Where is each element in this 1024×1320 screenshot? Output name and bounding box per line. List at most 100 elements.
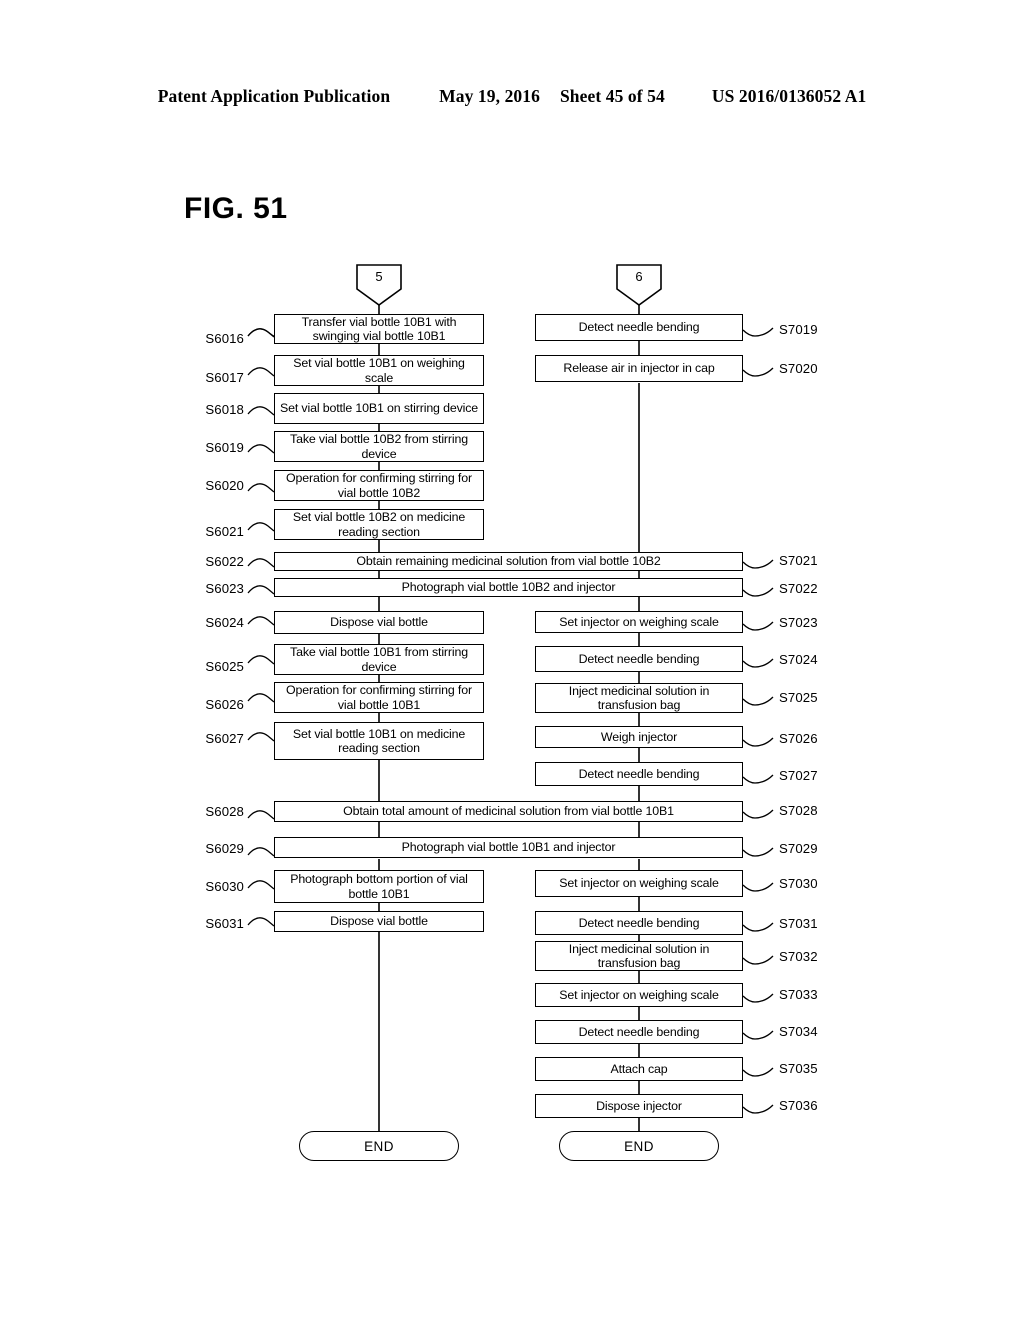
connector-label-5: 5	[375, 269, 383, 284]
process-box-s7026[interactable]: Weigh injector	[535, 726, 743, 748]
leader-line	[247, 522, 275, 532]
leader-line	[742, 1104, 774, 1114]
step-ref-s7035: S7035	[779, 1061, 818, 1076]
step-ref-s6023: S6023	[205, 581, 244, 596]
step-ref-s7027: S7027	[779, 768, 818, 783]
step-ref-s7023: S7023	[779, 615, 818, 630]
process-box-s7025[interactable]: Inject medicinal solution in transfusion…	[535, 683, 743, 713]
process-box-s6018[interactable]: Set vial bottle 10B1 on stirring device	[274, 393, 484, 424]
process-box-s6016[interactable]: Transfer vial bottle 10B1 with swinging …	[274, 314, 484, 344]
step-ref-s6028: S6028	[205, 804, 244, 819]
leader-line	[742, 621, 774, 631]
leader-line	[742, 1067, 774, 1077]
step-ref-s7030: S7030	[779, 876, 818, 891]
process-box-s7019[interactable]: Detect needle bending	[535, 314, 743, 341]
step-ref-s7022: S7022	[779, 581, 818, 596]
process-box-s6025[interactable]: Take vial bottle 10B1 from stirring devi…	[274, 644, 484, 675]
step-ref-s6031: S6031	[205, 916, 244, 931]
process-box-s6030[interactable]: Photograph bottom portion of vial bottle…	[274, 870, 484, 903]
process-box-s7030[interactable]: Set injector on weighing scale	[535, 870, 743, 897]
step-ref-s7028: S7028	[779, 803, 818, 818]
leader-line	[247, 810, 275, 820]
step-ref-s6030: S6030	[205, 879, 244, 894]
step-ref-s6016: S6016	[205, 331, 244, 346]
leader-line	[247, 847, 275, 857]
step-ref-s6024: S6024	[205, 615, 244, 630]
leader-line	[742, 587, 774, 597]
leader-line	[247, 732, 275, 742]
process-box-s7034[interactable]: Detect needle bending	[535, 1020, 743, 1044]
leader-line	[742, 658, 774, 668]
step-ref-s6017: S6017	[205, 370, 244, 385]
process-box-s6031[interactable]: Dispose vial bottle	[274, 911, 484, 932]
step-ref-s7031: S7031	[779, 916, 818, 931]
leader-line	[247, 616, 275, 626]
process-box-s6027[interactable]: Set vial bottle 10B1 on medicine reading…	[274, 722, 484, 760]
process-box-s6021[interactable]: Set vial bottle 10B2 on medicine reading…	[274, 509, 484, 540]
step-ref-s6022: S6022	[205, 554, 244, 569]
process-box-s6029[interactable]: Photograph vial bottle 10B1 and injector	[274, 837, 743, 858]
step-ref-s7029: S7029	[779, 841, 818, 856]
process-box-s6024[interactable]: Dispose vial bottle	[274, 611, 484, 634]
step-ref-s7019: S7019	[779, 322, 818, 337]
leader-line	[247, 655, 275, 665]
leader-line	[742, 327, 774, 337]
process-box-s7023[interactable]: Set injector on weighing scale	[535, 611, 743, 633]
leader-line	[742, 1030, 774, 1040]
leader-line	[742, 737, 774, 747]
connector-label-6: 6	[635, 269, 643, 284]
process-box-s6020[interactable]: Operation for confirming stirring for vi…	[274, 470, 484, 501]
step-ref-s7025: S7025	[779, 690, 818, 705]
step-ref-s6025: S6025	[205, 659, 244, 674]
leader-line	[742, 955, 774, 965]
leader-line	[247, 444, 275, 454]
leader-line	[742, 847, 774, 857]
process-box-s7020[interactable]: Release air in injector in cap	[535, 355, 743, 382]
step-ref-s6029: S6029	[205, 841, 244, 856]
flowchart-canvas	[0, 0, 1024, 1320]
process-box-s7035[interactable]: Attach cap	[535, 1057, 743, 1081]
leader-line	[742, 367, 774, 377]
leader-line	[247, 585, 275, 595]
step-ref-s7036: S7036	[779, 1098, 818, 1113]
step-ref-s6018: S6018	[205, 402, 244, 417]
step-ref-s7032: S7032	[779, 949, 818, 964]
leader-line	[247, 367, 275, 377]
leader-line	[247, 917, 275, 927]
leader-line	[742, 559, 774, 569]
leader-line	[742, 696, 774, 706]
terminator-end-left[interactable]: END	[299, 1131, 459, 1161]
process-box-s6019[interactable]: Take vial bottle 10B2 from stirring devi…	[274, 431, 484, 462]
step-ref-s7024: S7024	[779, 652, 818, 667]
step-ref-s6021: S6021	[205, 524, 244, 539]
process-box-s7036[interactable]: Dispose injector	[535, 1094, 743, 1118]
process-box-s7031[interactable]: Detect needle bending	[535, 911, 743, 935]
process-box-s7027[interactable]: Detect needle bending	[535, 762, 743, 786]
leader-line	[742, 774, 774, 784]
process-box-s7032[interactable]: Inject medicinal solution in transfusion…	[535, 941, 743, 971]
leader-line	[742, 922, 774, 932]
step-ref-s6020: S6020	[205, 478, 244, 493]
step-ref-s7033: S7033	[779, 987, 818, 1002]
step-ref-s7026: S7026	[779, 731, 818, 746]
leader-line	[247, 406, 275, 416]
process-box-s6022[interactable]: Obtain remaining medicinal solution from…	[274, 552, 743, 571]
process-box-s6017[interactable]: Set vial bottle 10B1 on weighing scale	[274, 355, 484, 386]
step-ref-s6019: S6019	[205, 440, 244, 455]
process-box-s6026[interactable]: Operation for confirming stirring for vi…	[274, 682, 484, 713]
step-ref-s7034: S7034	[779, 1024, 818, 1039]
leader-line	[247, 558, 275, 568]
process-box-s7033[interactable]: Set injector on weighing scale	[535, 983, 743, 1007]
leader-line	[742, 809, 774, 819]
process-box-s7024[interactable]: Detect needle bending	[535, 646, 743, 672]
step-ref-s6026: S6026	[205, 697, 244, 712]
process-box-s6028[interactable]: Obtain total amount of medicinal solutio…	[274, 801, 743, 822]
process-box-s6023[interactable]: Photograph vial bottle 10B2 and injector	[274, 578, 743, 597]
terminator-end-right[interactable]: END	[559, 1131, 719, 1161]
step-ref-s7020: S7020	[779, 361, 818, 376]
step-ref-s7021: S7021	[779, 553, 818, 568]
leader-line	[742, 993, 774, 1003]
step-ref-s6027: S6027	[205, 731, 244, 746]
leader-line	[247, 483, 275, 493]
leader-line	[247, 880, 275, 890]
